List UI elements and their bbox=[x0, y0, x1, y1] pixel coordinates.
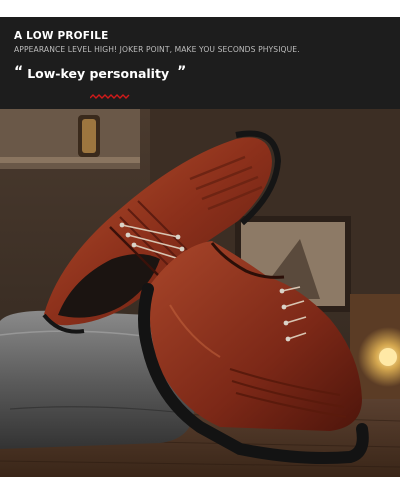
section-subtitle: APPEARANCE LEVEL HIGH! JOKER POINT, MAKE… bbox=[14, 45, 300, 54]
header-banner: A LOW PROFILE APPEARANCE LEVEL HIGH! JOK… bbox=[0, 17, 400, 109]
shoes-illustration bbox=[0, 109, 400, 477]
section-title: A LOW PROFILE bbox=[14, 30, 109, 42]
tagline-text: Low-key personality bbox=[27, 66, 170, 81]
product-photo bbox=[0, 109, 400, 477]
tagline: “Low-key personality ” bbox=[14, 64, 187, 82]
zigzag-divider-icon bbox=[90, 94, 130, 99]
close-quote-mark: ” bbox=[177, 64, 187, 80]
open-quote-mark: “ bbox=[14, 64, 24, 80]
product-detail-panel: A LOW PROFILE APPEARANCE LEVEL HIGH! JOK… bbox=[0, 0, 400, 477]
